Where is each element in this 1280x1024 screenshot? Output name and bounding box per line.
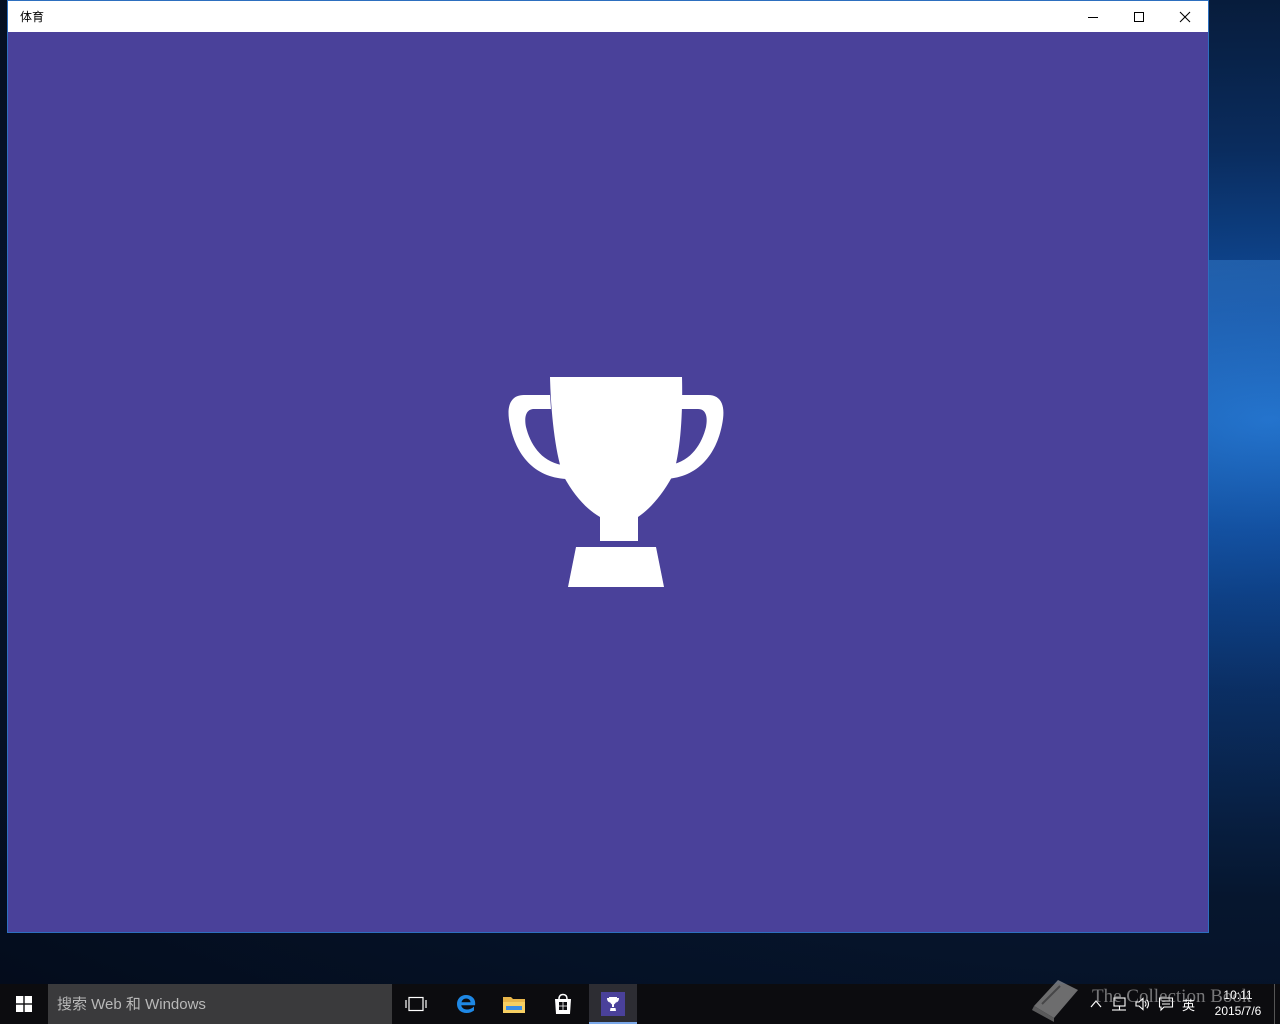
store-icon (555, 993, 571, 1014)
minimize-button[interactable] (1070, 1, 1116, 32)
app-splash-screen (8, 32, 1208, 932)
taskbar: 英 10:11 2015/7/6 (0, 984, 1280, 1024)
search-input[interactable] (57, 995, 377, 1013)
search-box[interactable] (48, 984, 392, 1024)
sports-app-button[interactable] (589, 984, 637, 1024)
sports-app-window: 体育 (7, 0, 1209, 933)
action-center-button[interactable] (1158, 996, 1174, 1012)
windows-logo-icon (16, 996, 32, 1012)
maximize-button[interactable] (1116, 1, 1162, 32)
trophy-icon (508, 377, 724, 587)
window-title: 体育 (20, 10, 45, 24)
show-desktop-button[interactable] (1274, 984, 1280, 1024)
volume-button[interactable] (1134, 996, 1150, 1012)
input-language-indicator[interactable]: 英 (1182, 995, 1195, 1014)
desktop-light-beams (1205, 260, 1280, 820)
window-controls (1070, 1, 1208, 32)
window-titlebar[interactable]: 体育 (8, 1, 1208, 32)
minimize-icon (1088, 16, 1098, 18)
task-view-icon (405, 996, 427, 1012)
volume-icon (1135, 997, 1149, 1011)
edge-button[interactable] (442, 984, 490, 1024)
clock-time: 10:11 (1223, 988, 1253, 1002)
close-button[interactable] (1162, 1, 1208, 32)
edge-icon (457, 995, 476, 1013)
store-button[interactable] (539, 984, 587, 1024)
clock[interactable]: 10:11 2015/7/6 (1206, 987, 1270, 1019)
chevron-up-icon (1090, 1000, 1102, 1008)
folder-icon (503, 997, 525, 1013)
notification-icon (1158, 997, 1174, 1012)
file-explorer-button[interactable] (490, 984, 538, 1024)
clock-date: 2015/7/6 (1214, 1004, 1262, 1018)
network-button[interactable] (1111, 996, 1127, 1012)
show-hidden-icons-button[interactable] (1088, 996, 1104, 1012)
maximize-icon (1134, 11, 1144, 22)
task-view-button[interactable] (392, 984, 440, 1024)
network-icon (1112, 997, 1126, 1011)
close-icon (1179, 11, 1191, 22)
start-button[interactable] (0, 984, 48, 1024)
trophy-icon (601, 992, 625, 1016)
